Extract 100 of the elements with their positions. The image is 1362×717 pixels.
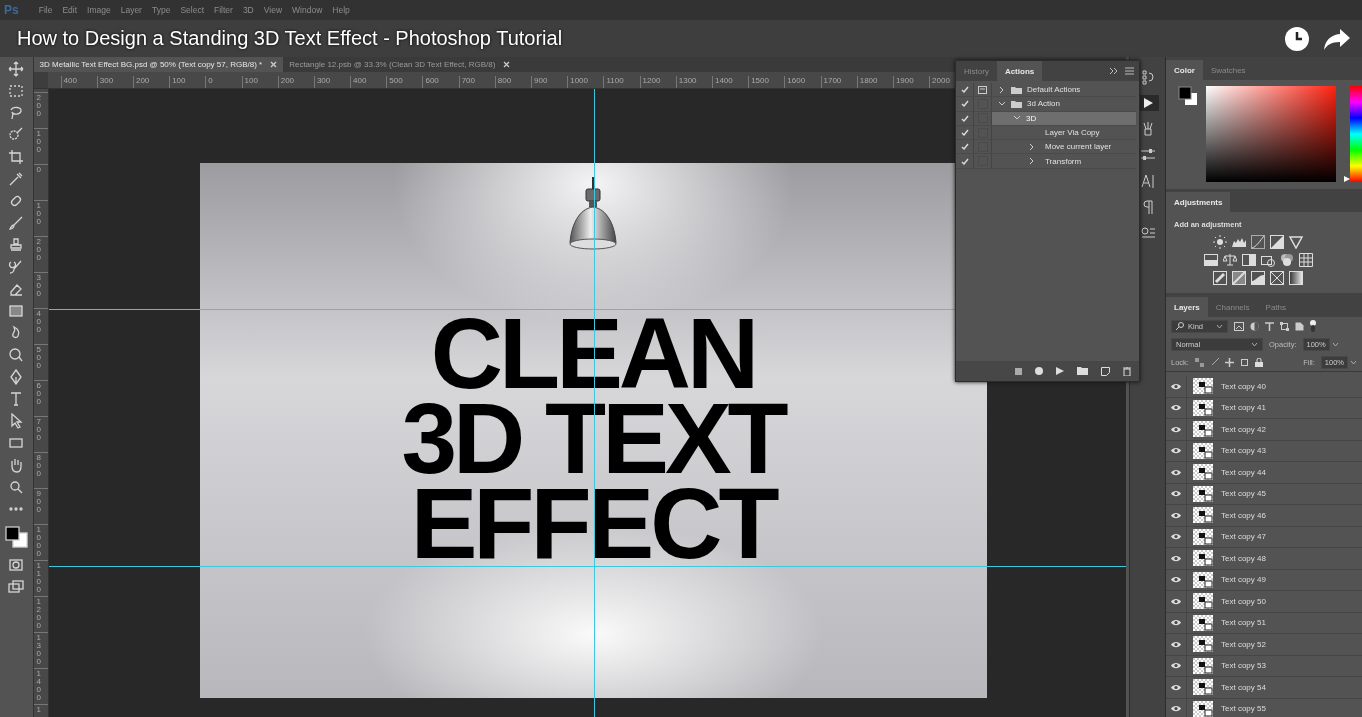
folder-icon[interactable]: [1077, 367, 1088, 375]
menu-item[interactable]: Filter: [214, 5, 233, 15]
layer-name[interactable]: Text copy 55: [1221, 704, 1266, 714]
layer-thumbnail[interactable]: [1193, 442, 1213, 459]
menu-item[interactable]: Select: [180, 5, 204, 15]
action-item[interactable]: Layer Via Copy: [992, 125, 1136, 141]
chevron-right-icon[interactable]: [1028, 142, 1036, 151]
menu-item[interactable]: Window: [292, 5, 323, 15]
character-icon[interactable]: [1139, 173, 1156, 189]
layer-name[interactable]: Text copy 48: [1221, 553, 1266, 563]
close-icon[interactable]: [503, 61, 511, 68]
menu-item[interactable]: Image: [87, 5, 111, 15]
history-icon[interactable]: [1139, 69, 1156, 85]
layer-thumbnail[interactable]: [1193, 528, 1213, 545]
layer-name[interactable]: Text copy 49: [1221, 575, 1266, 585]
trash-icon[interactable]: [1123, 366, 1131, 376]
triangle-icon[interactable]: [1289, 235, 1303, 249]
eye-icon[interactable]: [1171, 662, 1181, 670]
menu-item[interactable]: File: [38, 5, 53, 15]
new-item-icon[interactable]: [1101, 366, 1110, 376]
slider-thumb-icon[interactable]: [1344, 176, 1350, 182]
marquee-tool-icon[interactable]: [8, 83, 25, 99]
zoom-tool-icon[interactable]: [8, 479, 25, 495]
menu-item[interactable]: Layer: [120, 5, 142, 15]
layer-name[interactable]: Text copy 51: [1221, 618, 1266, 628]
action-item[interactable]: Transform: [992, 154, 1136, 169]
move-tool-icon[interactable]: [8, 61, 25, 77]
half-filled-square-icon[interactable]: [1241, 253, 1256, 267]
camera-icon[interactable]: [1260, 253, 1275, 267]
quick-select-tool-icon[interactable]: [8, 127, 25, 143]
threshold-icon[interactable]: [1251, 271, 1265, 285]
eye-icon[interactable]: [1171, 382, 1181, 390]
eye-icon[interactable]: [1171, 490, 1181, 498]
eye-icon[interactable]: [1171, 511, 1181, 519]
color-swatches-icon[interactable]: [4, 523, 29, 551]
eye-icon[interactable]: [1171, 533, 1181, 541]
dialog-toggle-icon[interactable]: [978, 85, 987, 94]
type-filter-icon[interactable]: [1265, 321, 1274, 331]
collapse-icon[interactable]: [1109, 67, 1119, 75]
layer-thumbnail[interactable]: [1193, 593, 1213, 610]
action-item[interactable]: 3d Action: [992, 97, 1136, 112]
posterize-icon[interactable]: [1232, 271, 1246, 285]
layer-name[interactable]: Text copy 44: [1221, 467, 1266, 477]
caret-icon[interactable]: [1350, 359, 1357, 365]
eye-icon[interactable]: [1171, 447, 1181, 455]
quick-mask-icon[interactable]: [8, 557, 25, 573]
stamp-tool-icon[interactable]: [8, 237, 25, 253]
chevron-down-icon[interactable]: [1013, 115, 1021, 122]
checkmark-icon[interactable]: [960, 129, 969, 137]
glyphs-icon[interactable]: [1139, 225, 1156, 241]
invert-icon[interactable]: [1213, 271, 1227, 285]
path-select-tool-icon[interactable]: [8, 413, 25, 429]
chevron-right-icon[interactable]: [1028, 157, 1036, 166]
chevron-right-icon[interactable]: [998, 85, 1006, 94]
hue-slider[interactable]: [1344, 86, 1362, 182]
filter-toggle-icon[interactable]: [1310, 320, 1316, 332]
rectangle-tool-icon[interactable]: [8, 435, 25, 451]
checkmark-icon[interactable]: [960, 143, 969, 151]
foreground-background-swatches[interactable]: [1178, 86, 1198, 106]
panel-tab[interactable]: Color: [1166, 60, 1203, 80]
eye-icon[interactable]: [1171, 554, 1181, 562]
caret-icon[interactable]: [1331, 341, 1339, 347]
gradient-map-icon[interactable]: [1289, 271, 1303, 285]
checkmark-icon[interactable]: [960, 100, 969, 108]
layer-name[interactable]: Text copy 47: [1221, 532, 1266, 542]
lock-pixels-icon[interactable]: [1194, 357, 1204, 367]
layer-thumbnail[interactable]: [1193, 571, 1213, 588]
layer-name[interactable]: Text copy 40: [1221, 381, 1266, 391]
layer-name[interactable]: Text copy 52: [1221, 639, 1266, 649]
brightness-icon[interactable]: [1213, 235, 1227, 249]
record-icon[interactable]: [1035, 367, 1043, 375]
panel-menu-icon[interactable]: [1125, 67, 1134, 75]
adjustment-filter-icon[interactable]: [1250, 321, 1259, 331]
color-picker-field[interactable]: [1206, 86, 1336, 182]
eye-icon[interactable]: [1171, 404, 1181, 412]
action-item[interactable]: Default Actions: [992, 83, 1136, 98]
curves-icon[interactable]: [1251, 235, 1265, 249]
action-item[interactable]: Move current layer: [992, 140, 1136, 155]
shape-filter-icon[interactable]: [1280, 321, 1289, 331]
gradient-tool-icon[interactable]: [8, 303, 25, 319]
layer-thumbnail[interactable]: [1193, 507, 1213, 524]
eye-icon[interactable]: [1171, 683, 1181, 691]
eye-icon[interactable]: [1171, 468, 1181, 476]
layer-thumbnail[interactable]: [1193, 464, 1213, 481]
checkmark-icon[interactable]: [960, 114, 969, 122]
play-icon[interactable]: [1056, 367, 1064, 375]
layer-thumbnail[interactable]: [1193, 421, 1213, 438]
hue-saturation-icon[interactable]: [1203, 253, 1218, 267]
eye-icon[interactable]: [1171, 640, 1181, 648]
menu-item[interactable]: Edit: [62, 5, 78, 15]
lock-brush-icon[interactable]: [1209, 357, 1219, 367]
lasso-tool-icon[interactable]: [8, 105, 25, 121]
screen-mode-icon[interactable]: [8, 579, 25, 595]
layer-thumbnail[interactable]: [1193, 550, 1213, 567]
lock-position-icon[interactable]: [1224, 357, 1234, 367]
chevron-down-icon[interactable]: [998, 100, 1006, 107]
layer-name[interactable]: Text copy 46: [1221, 510, 1266, 520]
menu-item[interactable]: 3D: [242, 5, 254, 15]
eye-icon[interactable]: [1171, 425, 1181, 433]
layer-name[interactable]: Text copy 41: [1221, 403, 1266, 413]
